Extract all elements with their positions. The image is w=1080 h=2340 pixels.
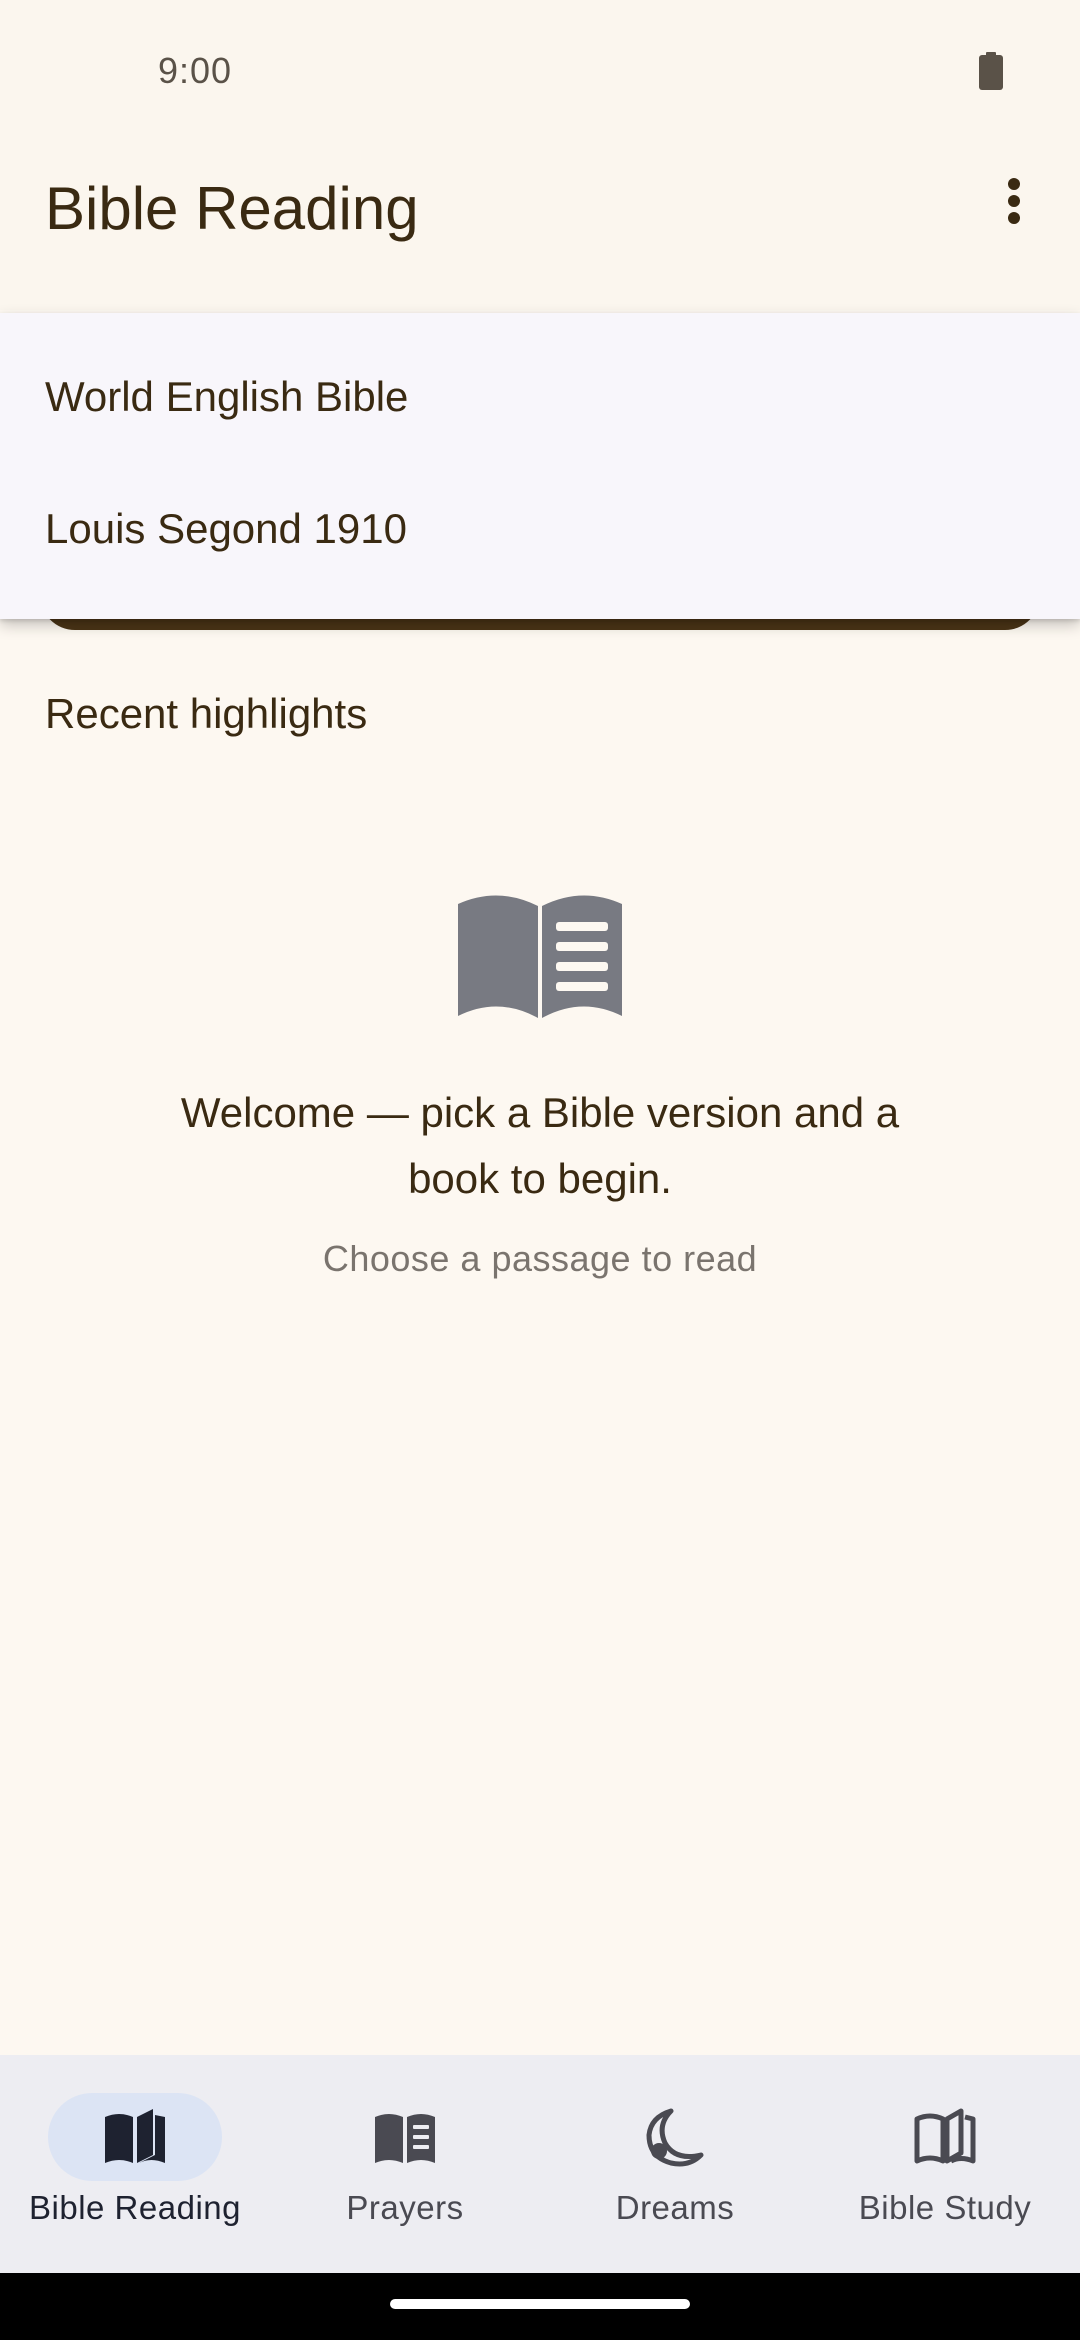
book-open-icon xyxy=(105,2109,165,2163)
home-gesture-handle[interactable] xyxy=(390,2299,690,2309)
book-outline-icon xyxy=(914,2108,976,2164)
welcome-message: Welcome — pick a Bible version and a boo… xyxy=(180,1089,900,1202)
nav-label: Prayers xyxy=(346,2189,464,2226)
menu-item-louis-segond-1910[interactable]: Louis Segond 1910 xyxy=(0,463,1080,595)
nav-item-prayers[interactable]: Prayers xyxy=(270,2055,540,2273)
nav-item-bible-study[interactable]: Bible Study xyxy=(810,2055,1080,2273)
app-bar: Bible Reading xyxy=(0,130,1080,310)
battery-icon xyxy=(979,52,1003,90)
nav-item-bible-reading[interactable]: Bible Reading xyxy=(0,2055,270,2273)
moon-icon xyxy=(646,2108,704,2167)
version-dropdown-menu: World English Bible Louis Segond 1910 xyxy=(0,313,1080,619)
nav-item-dreams[interactable]: Dreams xyxy=(540,2055,810,2273)
recent-highlights-heading: Recent highlights xyxy=(45,690,368,737)
page-title: Bible Reading xyxy=(45,175,419,242)
menu-item-label: Louis Segond 1910 xyxy=(45,505,407,552)
nav-label: Bible Reading xyxy=(29,2189,241,2226)
bottom-navigation: Bible Reading Prayers Dreams Bible Study xyxy=(0,2055,1080,2273)
empty-state-subtitle: Choose a passage to read xyxy=(322,1238,758,1279)
status-bar: 9:00 xyxy=(0,0,1080,130)
menu-item-label: World English Bible xyxy=(45,373,409,420)
status-time: 9:00 xyxy=(158,50,233,91)
system-gesture-bar xyxy=(0,2273,1080,2340)
nav-label: Dreams xyxy=(615,2189,735,2226)
more-options-button[interactable] xyxy=(981,168,1047,234)
book-icon xyxy=(375,2114,435,2163)
menu-item-world-english-bible[interactable]: World English Bible xyxy=(0,331,1080,463)
more-vertical-icon xyxy=(1008,178,1020,224)
nav-label: Bible Study xyxy=(858,2189,1032,2226)
book-open-icon xyxy=(458,895,622,1018)
